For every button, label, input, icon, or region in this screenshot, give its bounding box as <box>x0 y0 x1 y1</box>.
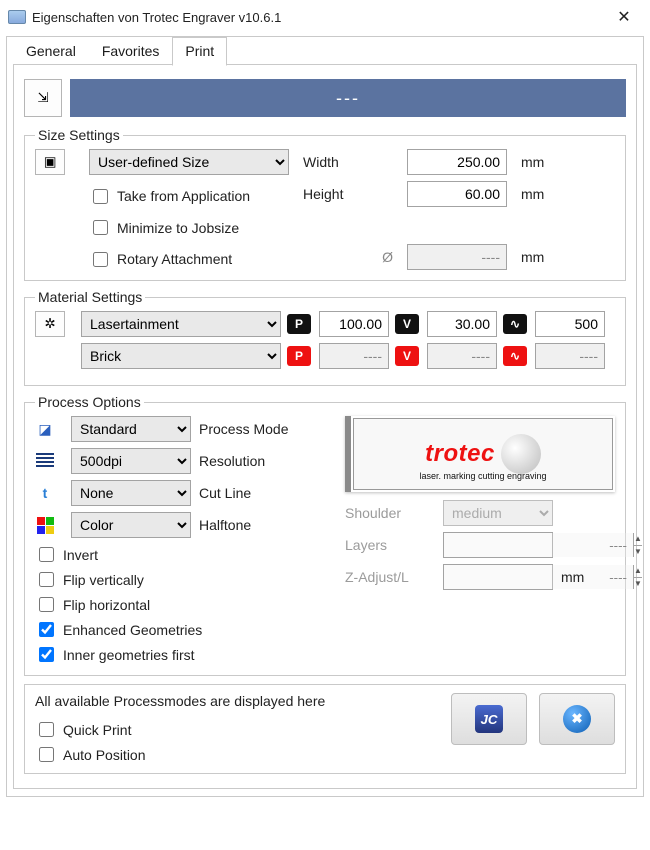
diameter-icon: Ø <box>303 249 393 265</box>
chevron-up-icon: ▲ <box>634 533 642 546</box>
quick-print-checkbox[interactable]: Quick Print <box>35 719 439 740</box>
tab-page-print: ⇲ --- Size Settings ▣ User-defined Size … <box>13 64 637 789</box>
zadjust-spinner: ▲▼ <box>443 564 553 590</box>
preview-brand-text: trotec <box>425 440 495 468</box>
inner-geometries-checkbox[interactable]: Inner geometries first <box>35 644 331 665</box>
power-red-input <box>319 343 389 369</box>
width-input[interactable] <box>407 149 507 175</box>
material-group-select[interactable]: Lasertainment <box>81 311 281 337</box>
halftone-label: Halftone <box>199 517 331 533</box>
halftone-icon <box>35 515 55 535</box>
preview-tagline: laser. marking cutting engraving <box>419 471 546 481</box>
tab-favorites[interactable]: Favorites <box>89 37 173 66</box>
freq-black-input[interactable] <box>535 311 605 337</box>
orientation-button[interactable]: ⇲ <box>24 79 62 117</box>
invert-checkbox[interactable]: Invert <box>35 544 331 565</box>
auto-position-checkbox[interactable]: Auto Position <box>35 744 439 765</box>
resolution-icon <box>35 451 55 471</box>
cut-line-label: Cut Line <box>199 485 331 501</box>
freq-red-input <box>535 343 605 369</box>
page-orient-icon: ▣ <box>44 154 57 170</box>
process-mode-label: Process Mode <box>199 421 331 437</box>
layers-spinner: ▲▼ <box>443 532 553 558</box>
size-settings-legend: Size Settings <box>35 127 123 143</box>
halftone-select[interactable]: Color <box>71 512 191 538</box>
cancel-icon: ✖ <box>563 705 591 733</box>
process-mode-icon: ◪ <box>35 419 55 439</box>
tab-print[interactable]: Print <box>172 37 227 66</box>
shoulder-label: Shoulder <box>345 505 435 521</box>
resolution-select[interactable]: 500dpi <box>71 448 191 474</box>
velocity-red-icon: V <box>395 346 419 366</box>
material-db-button[interactable]: ✲ <box>35 311 65 337</box>
height-label: Height <box>303 186 393 202</box>
flip-vertical-checkbox[interactable]: Flip vertically <box>35 569 331 590</box>
cut-line-icon: t <box>35 483 55 503</box>
size-orient-button[interactable]: ▣ <box>35 149 65 175</box>
footer-section: All available Processmodes are displayed… <box>24 684 626 774</box>
freq-black-icon <box>503 314 527 334</box>
orientation-icon: ⇲ <box>37 90 48 106</box>
diameter-unit: mm <box>521 249 561 265</box>
enhanced-geometries-checkbox[interactable]: Enhanced Geometries <box>35 619 331 640</box>
height-input[interactable] <box>407 181 507 207</box>
size-mode-select[interactable]: User-defined Size <box>89 149 289 175</box>
printer-icon <box>8 10 26 24</box>
velocity-black-icon: V <box>395 314 419 334</box>
process-mode-select[interactable]: Standard <box>71 416 191 442</box>
height-unit: mm <box>521 186 561 202</box>
power-red-icon: P <box>287 346 311 366</box>
zadjust-unit: mm <box>561 569 591 585</box>
material-settings-legend: Material Settings <box>35 289 145 305</box>
footer-note: All available Processmodes are displayed… <box>35 693 439 709</box>
cancel-button[interactable]: ✖ <box>539 693 615 745</box>
rotary-attachment-checkbox[interactable]: Rotary Attachment <box>89 249 289 270</box>
tab-strip: General Favorites Print <box>13 36 643 65</box>
titlebar: Eigenschaften von Trotec Engraver v10.6.… <box>0 0 650 34</box>
layers-label: Layers <box>345 537 435 553</box>
material-name-select[interactable]: Brick <box>81 343 281 369</box>
size-settings-section: Size Settings ▣ User-defined Size Width … <box>24 127 626 281</box>
process-options-section: Process Options ◪ Standard Process Mode … <box>24 394 626 676</box>
chevron-down-icon: ▼ <box>634 546 642 558</box>
tab-general[interactable]: General <box>13 37 89 66</box>
cut-line-select[interactable]: None <box>71 480 191 506</box>
ok-button[interactable]: JC <box>451 693 527 745</box>
velocity-black-input[interactable] <box>427 311 497 337</box>
width-unit: mm <box>521 154 561 170</box>
trotec-logo-icon <box>501 434 541 474</box>
velocity-red-input <box>427 343 497 369</box>
chevron-up-icon: ▲ <box>634 565 642 578</box>
power-black-icon: P <box>287 314 311 334</box>
material-settings-section: Material Settings ✲ Lasertainment P V Br… <box>24 289 626 386</box>
resolution-label: Resolution <box>199 453 331 469</box>
power-black-input[interactable] <box>319 311 389 337</box>
take-from-app-checkbox[interactable]: Take from Application <box>89 186 289 207</box>
window-title: Eigenschaften von Trotec Engraver v10.6.… <box>32 10 602 25</box>
close-button[interactable]: ✕ <box>602 3 646 31</box>
chevron-down-icon: ▼ <box>634 578 642 590</box>
material-db-icon: ✲ <box>44 316 55 332</box>
diameter-input <box>407 244 507 270</box>
freq-red-icon <box>503 346 527 366</box>
shoulder-select: medium <box>443 500 553 526</box>
minimize-jobsize-checkbox[interactable]: Minimize to Jobsize <box>89 217 289 238</box>
zadjust-label: Z-Adjust/L <box>345 569 435 585</box>
job-name-bar[interactable]: --- <box>70 79 626 117</box>
width-label: Width <box>303 154 393 170</box>
process-options-legend: Process Options <box>35 394 144 410</box>
material-preview: trotec laser. marking cutting engraving <box>345 416 615 492</box>
flip-horizontal-checkbox[interactable]: Flip horizontal <box>35 594 331 615</box>
job-control-icon: JC <box>475 705 503 733</box>
